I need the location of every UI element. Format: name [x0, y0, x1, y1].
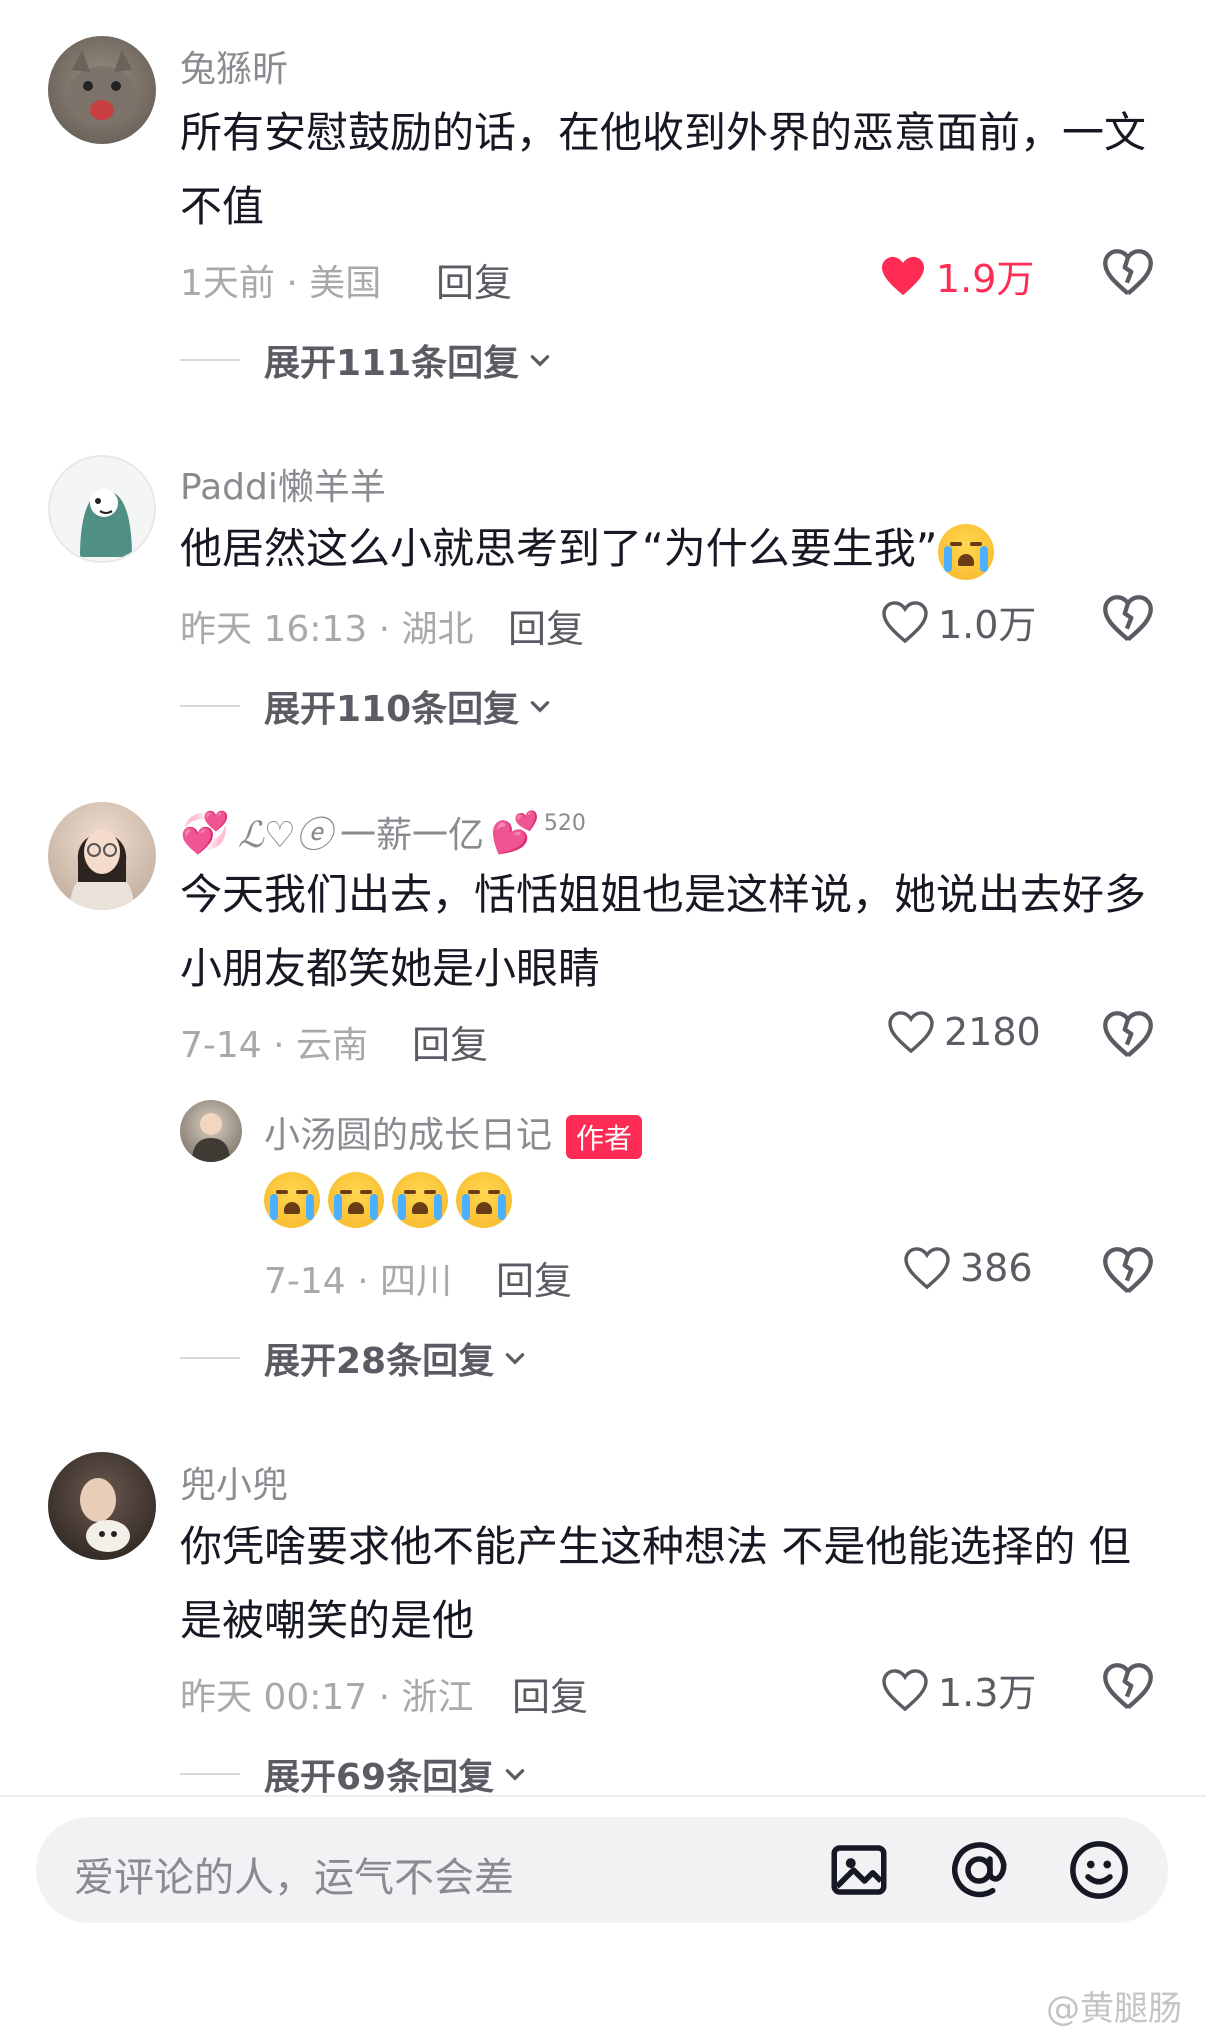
comment-text: 你凭啥要求他不能产生这种想法 不是他能选择的 但是被嘲笑的是他	[180, 1522, 1131, 1645]
reply-button[interactable]: 回复	[436, 252, 512, 307]
like-count: 386	[960, 1246, 1033, 1290]
username-text: 一薪一亿	[340, 815, 485, 856]
comment-text-body: 他居然这么小就思考到了“为什么要生我”	[180, 524, 938, 573]
comment-username[interactable]: 💞 ℒ♡ⓔ 一薪一亿 💕 520	[180, 806, 586, 858]
watermark: @黄腿肠	[1046, 1989, 1182, 2029]
comment-input-bar: 爱评论的人，运气不会差 @黄腿肠	[0, 1795, 1206, 2044]
dislike-heart-icon[interactable]	[1102, 1246, 1154, 1298]
author-badge: 作者	[566, 1115, 643, 1159]
avatar[interactable]	[48, 36, 156, 144]
person-avatar-icon	[70, 830, 134, 910]
heart-outline-icon	[904, 1247, 950, 1289]
mention-icon[interactable]	[946, 1837, 1012, 1903]
avatar[interactable]	[48, 1452, 156, 1560]
like-count: 2180	[944, 1010, 1041, 1054]
expand-replies-label: 展开69条回复	[264, 1757, 495, 1798]
crying-face-icon	[328, 1172, 384, 1228]
expand-replies-label: 展开111条回复	[264, 343, 520, 384]
expand-replies-button[interactable]: 展开69条回复	[180, 1748, 528, 1800]
comment-time-location: 1天前 · 美国	[180, 263, 382, 304]
comment-username[interactable]: 兔猻昕	[180, 40, 288, 92]
chevron-down-icon	[505, 1353, 525, 1365]
comment-text: 今天我们出去，恬恬姐姐也是这样说，她说出去好多小朋友都笑她是小眼睛	[180, 870, 1147, 993]
reply-button[interactable]: 回复	[508, 598, 584, 653]
crying-face-icon	[937, 523, 994, 580]
comment-input[interactable]: 爱评论的人，运气不会差	[36, 1817, 1168, 1923]
comment-username[interactable]: Paddi懒羊羊	[180, 458, 386, 510]
like-button[interactable]: 1.3万	[882, 1662, 1036, 1717]
comment-username[interactable]: 兜小兜	[180, 1456, 288, 1508]
sub-reply-emojis	[264, 1172, 520, 1228]
sheep-avatar-icon	[80, 489, 132, 557]
crying-face-icon	[456, 1172, 512, 1228]
crying-face-icon	[392, 1172, 448, 1228]
expand-replies-label: 展开110条回复	[264, 689, 520, 730]
dislike-heart-icon[interactable]	[1102, 1010, 1154, 1062]
expand-replies-button[interactable]: 展开110条回复	[180, 680, 553, 732]
expand-replies-button[interactable]: 展开111条回复	[180, 334, 553, 386]
expand-replies-button[interactable]: 展开28条回复	[180, 1332, 528, 1384]
comment-text: 所有安慰鼓励的话，在他收到外界的恶意面前，一文不值	[180, 108, 1147, 231]
divider	[180, 359, 240, 361]
person-avatar-icon	[80, 1478, 130, 1552]
sub-reply-username[interactable]: 小汤圆的成长日记	[264, 1115, 552, 1156]
image-icon[interactable]	[826, 1837, 892, 1903]
chevron-down-icon	[505, 1769, 525, 1781]
sub-reply-reply-button[interactable]: 回复	[496, 1250, 572, 1305]
reply-button[interactable]: 回复	[412, 1014, 488, 1069]
like-button[interactable]: 1.0万	[882, 594, 1036, 649]
like-count: 1.3万	[938, 1671, 1037, 1715]
dislike-heart-icon[interactable]	[1102, 1662, 1154, 1714]
sub-reply-like-button[interactable]: 386	[904, 1246, 1033, 1290]
sub-reply-avatar[interactable]	[180, 1100, 242, 1162]
comment-time-location: 昨天 00:17 · 浙江	[180, 1677, 474, 1718]
chevron-down-icon	[530, 701, 550, 713]
comment-input-placeholder: 爱评论的人，运气不会差	[74, 1855, 514, 1901]
like-count: 1.9万	[936, 257, 1035, 301]
divider	[180, 1357, 240, 1359]
heart-outline-icon	[888, 1011, 934, 1053]
dislike-heart-icon[interactable]	[1102, 248, 1154, 300]
comment-text: 他居然这么小就思考到了“为什么要生我”	[180, 512, 1160, 586]
heart-outline-icon	[882, 600, 928, 643]
crying-face-icon	[264, 1172, 320, 1228]
chevron-down-icon	[530, 355, 550, 367]
expand-replies-label: 展开28条回复	[264, 1341, 495, 1382]
cat-avatar-icon	[68, 50, 136, 126]
divider	[180, 705, 240, 707]
reply-button[interactable]: 回复	[512, 1666, 588, 1721]
comment-time-location: 7-14 · 云南	[180, 1025, 369, 1066]
heart-decoration-icon: 💞	[180, 809, 230, 856]
heart-decoration-icon: 💕	[490, 809, 540, 856]
like-button[interactable]: 1.9万	[880, 248, 1034, 303]
emoji-icon[interactable]	[1066, 1837, 1132, 1903]
dislike-heart-icon[interactable]	[1102, 594, 1154, 646]
username-badge: 520	[543, 810, 586, 836]
avatar[interactable]	[48, 802, 156, 910]
heart-filled-icon	[882, 256, 924, 295]
sub-reply-time-location: 7-14 · 四川	[264, 1261, 453, 1302]
like-count: 1.0万	[938, 603, 1037, 647]
sub-reply-username-row: 小汤圆的成长日记 作者	[264, 1106, 643, 1159]
child-avatar-icon	[192, 1113, 230, 1162]
heart-outline-icon	[882, 1668, 928, 1711]
divider	[180, 1773, 240, 1775]
avatar[interactable]	[48, 455, 156, 563]
like-button[interactable]: 2180	[888, 1010, 1041, 1054]
comment-time-location: 昨天 16:13 · 湖北	[180, 609, 474, 650]
signature-decoration: ℒ♡ⓔ	[237, 815, 333, 856]
